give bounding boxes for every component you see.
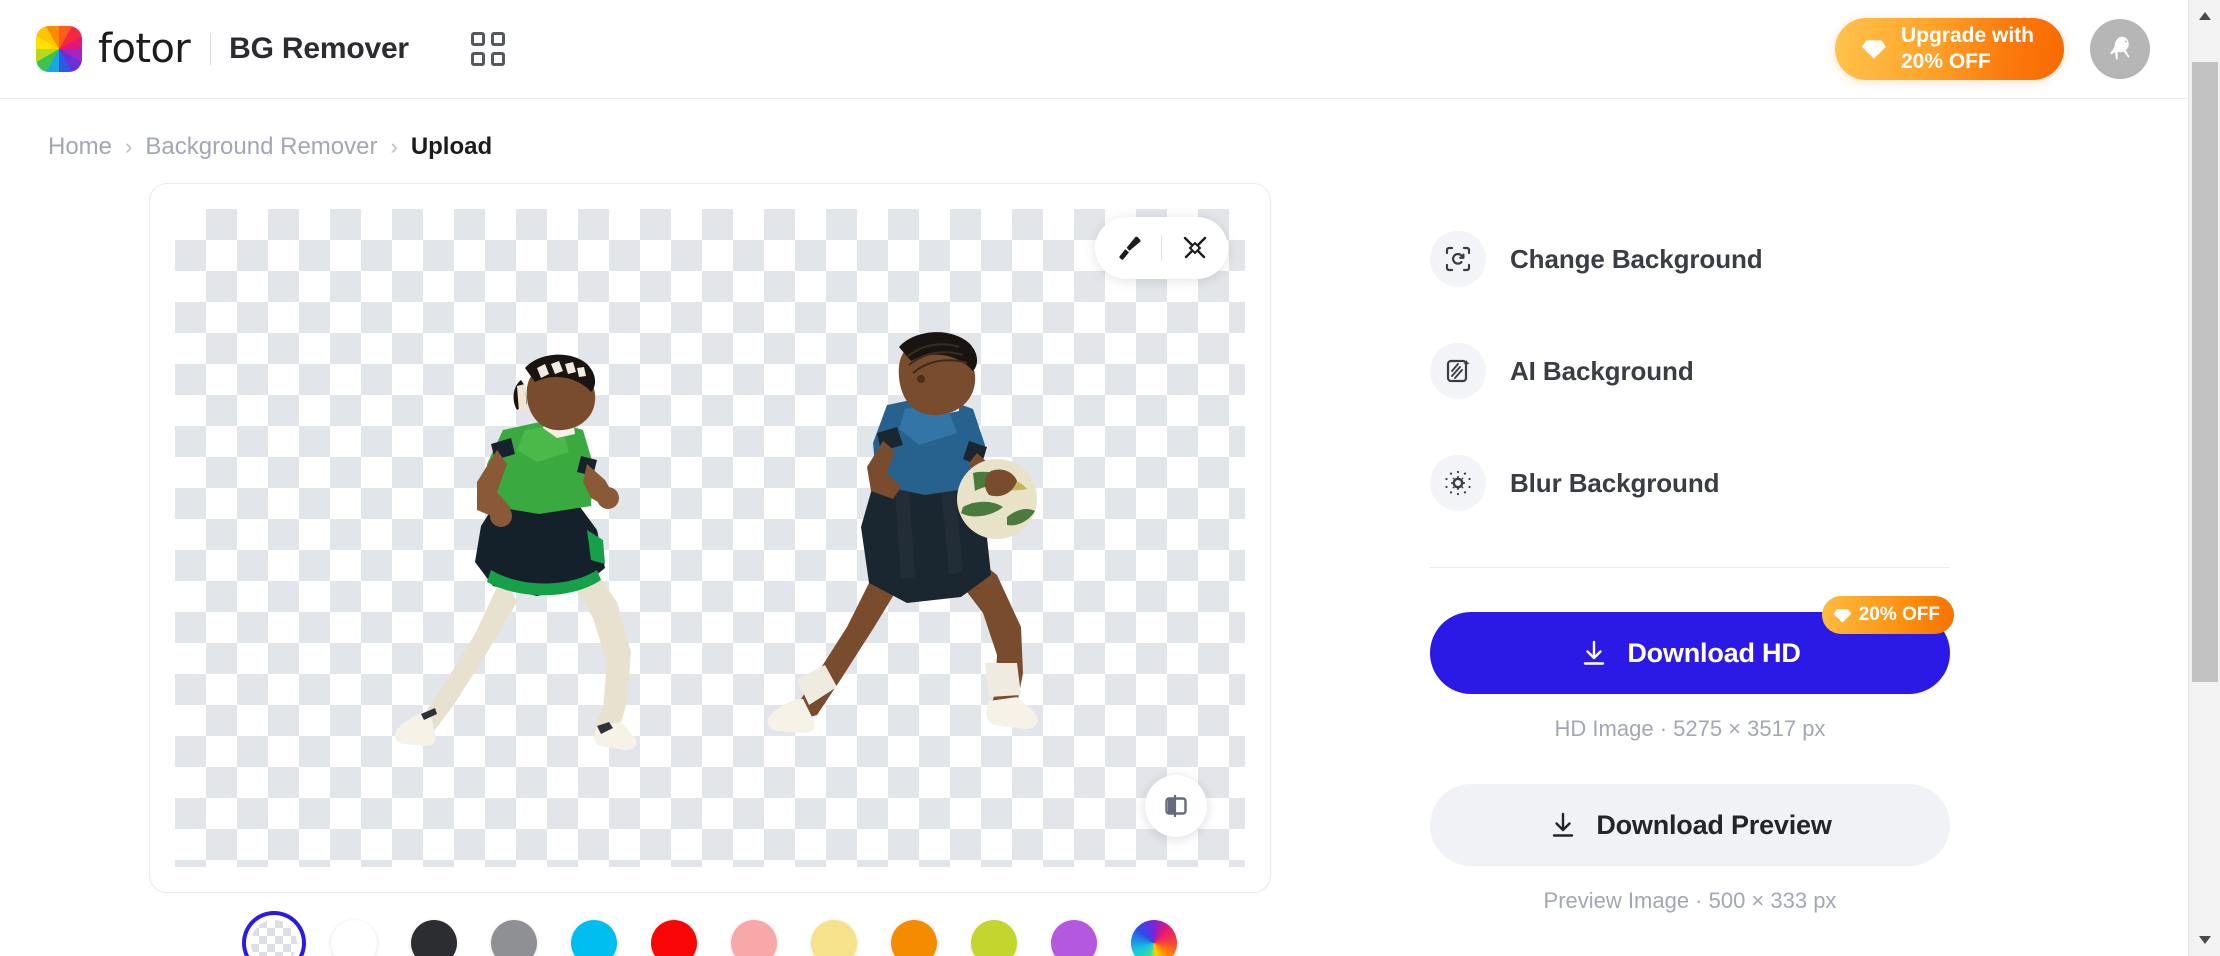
- swatch-purple[interactable]: [1046, 915, 1102, 956]
- apps-grid-cell: [470, 52, 485, 66]
- action-ai-background-label: AI Background: [1510, 355, 1694, 386]
- ai-background-glyph: [1446, 359, 1470, 383]
- compare-view-button[interactable]: [1145, 775, 1207, 837]
- page-viewport: fotor BG Remover Upgrade with 20% OFF Ho…: [0, 0, 2188, 956]
- action-blur-background-label: Blur Background: [1510, 467, 1720, 498]
- canvas-toolbar: [1095, 217, 1228, 279]
- blur-background-glyph: [1445, 470, 1471, 496]
- download-preview-label: Download Preview: [1596, 809, 1832, 840]
- scrollbar-thumb[interactable]: [2192, 62, 2218, 682]
- swatch-red[interactable]: [646, 915, 702, 956]
- download-preview-caption: Preview Image · 500 × 333 px: [1543, 888, 1837, 913]
- swatch-transparent[interactable]: [246, 915, 302, 956]
- action-blur-background[interactable]: Blur Background: [1430, 455, 2030, 511]
- color-wheel-icon: [1131, 920, 1177, 956]
- action-change-background[interactable]: Change Background: [1430, 231, 2030, 287]
- download-icon: [1584, 640, 1605, 665]
- background-actions-list: Change Background AI Background Blur Bac…: [1430, 231, 2030, 511]
- scroll-down-arrow-icon[interactable]: [2189, 924, 2220, 956]
- swatch-custom-picker[interactable]: [1126, 915, 1182, 956]
- breadcrumb-item-upload: Upload: [410, 133, 493, 160]
- download-hd-caption: HD Image · 5275 × 3517 px: [1554, 716, 1826, 741]
- brand-separator: [210, 33, 212, 65]
- discount-badge: 20% OFF: [1821, 596, 1954, 634]
- blur-background-icon: [1430, 455, 1486, 511]
- discount-badge-label: 20% OFF: [1858, 604, 1940, 625]
- brush-tool-button[interactable]: [1095, 217, 1161, 279]
- app-root: fotor BG Remover Upgrade with 20% OFF Ho…: [0, 0, 2220, 956]
- magic-tools-button[interactable]: [1162, 217, 1228, 279]
- ai-background-icon: [1430, 343, 1486, 399]
- options-panel: Change Background AI Background Blur Bac…: [1430, 183, 2030, 914]
- apps-grid-cell: [490, 32, 505, 46]
- swatch-red-fill: [651, 920, 697, 956]
- breadcrumb-separator: ›: [125, 134, 133, 159]
- swatch-yellow-fill: [811, 920, 857, 956]
- download-preview-button[interactable]: Download Preview: [1430, 784, 1950, 866]
- swatch-gray-fill: [491, 920, 537, 956]
- swatch-white-fill: [331, 920, 377, 956]
- swatch-yellow[interactable]: [806, 915, 862, 956]
- swatch-gray[interactable]: [486, 915, 542, 956]
- swatch-cyan-fill: [571, 920, 617, 956]
- main-content: Change Background AI Background Blur Bac…: [0, 161, 2188, 956]
- compare-split-icon: [1165, 795, 1187, 817]
- swatch-transparent-fill: [251, 920, 297, 956]
- change-background-glyph: [1445, 246, 1471, 272]
- apps-grid-cell: [470, 32, 485, 46]
- bird-avatar-icon[interactable]: [2090, 19, 2150, 79]
- app-header: fotor BG Remover Upgrade with 20% OFF: [0, 0, 2188, 99]
- swatch-pink[interactable]: [726, 915, 782, 956]
- product-name: BG Remover: [229, 32, 409, 65]
- breadcrumb-item-home[interactable]: Home: [48, 133, 112, 161]
- magic-tools-icon: [1183, 236, 1207, 259]
- brand-name: fotor: [98, 26, 191, 72]
- change-background-icon: [1430, 231, 1486, 287]
- swatch-pink-fill: [731, 920, 777, 956]
- action-ai-background[interactable]: AI Background: [1430, 343, 2030, 399]
- download-section: 20% OFF Download HD HD Image · 5275 × 35…: [1430, 596, 1954, 914]
- swatch-orange[interactable]: [886, 915, 942, 956]
- transparent-canvas[interactable]: [175, 209, 1245, 867]
- upgrade-button-label: Upgrade with 20% OFF: [1900, 24, 2034, 73]
- brand-block[interactable]: fotor BG Remover: [36, 26, 409, 72]
- breadcrumb-item-background-remover[interactable]: Background Remover: [145, 133, 377, 161]
- fotor-color-wheel-logo[interactable]: [36, 26, 82, 72]
- image-canvas-card: [149, 183, 1271, 893]
- swatch-white[interactable]: [326, 915, 382, 956]
- diamond-icon: [1833, 608, 1851, 623]
- breadcrumb-separator: ›: [390, 134, 398, 159]
- swatch-lime-fill: [971, 920, 1017, 956]
- download-hd-label: Download HD: [1627, 637, 1801, 668]
- brush-icon: [1119, 236, 1141, 260]
- subject-runner-blue: [767, 332, 1038, 733]
- breadcrumb: Home › Background Remover › Upload: [0, 99, 2188, 161]
- diamond-icon: [1862, 40, 1886, 59]
- scroll-up-arrow-icon[interactable]: [2189, 0, 2220, 32]
- apps-grid-icon[interactable]: [470, 32, 505, 66]
- subject-runner-green: [395, 354, 637, 750]
- swatch-orange-fill: [891, 920, 937, 956]
- swatch-cyan[interactable]: [566, 915, 622, 956]
- bird-glyph: [2110, 36, 2130, 60]
- swatch-purple-fill: [1051, 920, 1097, 956]
- swatch-lime[interactable]: [966, 915, 1022, 956]
- page-scrollbar[interactable]: [2188, 0, 2220, 956]
- upgrade-button[interactable]: Upgrade with 20% OFF: [1834, 18, 2064, 80]
- canvas-column: [0, 183, 1420, 956]
- download-icon: [1553, 812, 1574, 837]
- apps-grid-cell: [490, 52, 505, 66]
- swatch-black[interactable]: [406, 915, 462, 956]
- panel-divider: [1430, 567, 1950, 568]
- action-change-background-label: Change Background: [1510, 243, 1763, 274]
- swatch-black-fill: [411, 920, 457, 956]
- logo-wheel-shape: [36, 26, 82, 72]
- header-actions: Upgrade with 20% OFF: [1834, 18, 2150, 80]
- background-color-swatches: [238, 915, 1182, 956]
